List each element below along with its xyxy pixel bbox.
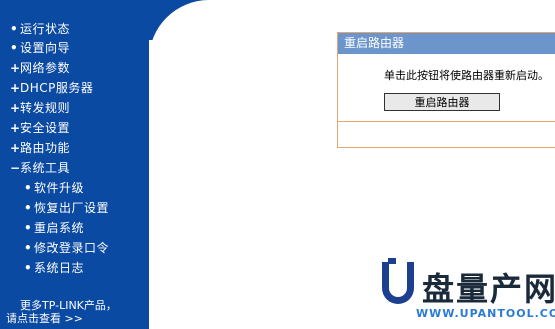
bullet-icon: • [24,261,32,275]
sidebar-item-label: 系统日志 [34,261,85,275]
sidebar-item-label: 转发规则 [20,101,71,115]
expand-icon: + [10,121,21,135]
sidebar-subitem-firmware-upgrade[interactable]: • 软件升级 [24,179,84,197]
watermark-url: WWW.UPANTOOL.COM [416,307,555,320]
bullet-icon: • [24,221,32,235]
bullet-icon: • [24,181,32,195]
sidebar-item-label: 路由功能 [20,141,71,155]
sidebar-nav: • 运行状态 • 设置向导 +网络参数 +DHCP服务器 +转发规则 +安全设置 +… [0,0,149,329]
sidebar-item-routing[interactable]: +路由功能 [10,139,70,157]
expand-icon: + [10,141,21,155]
sidebar-item-label: 修改登录口令 [34,241,110,255]
sidebar-item-label: 运行状态 [20,22,71,36]
sidebar-item-label: 网络参数 [20,61,71,75]
sidebar-item-label: 软件升级 [34,181,85,195]
expand-icon: + [10,101,21,115]
reboot-button[interactable]: 重启路由器 [384,93,500,111]
bullet-icon: • [10,22,18,36]
sidebar-item-label: 重启系统 [34,221,85,235]
sidebar-item-forwarding[interactable]: +转发规则 [10,99,70,117]
reboot-panel: 重启路由器 单击此按钮将使路由器重新启动。 重启路由器 [337,32,555,148]
sidebar-item-dhcp[interactable]: +DHCP服务器 [10,79,93,97]
sidebar-item-label: 系统工具 [20,161,71,175]
sidebar-subitem-reboot[interactable]: • 重启系统 [24,219,84,237]
panel-divider [338,121,555,122]
content-corner [149,0,309,80]
sidebar-subitem-factory-reset[interactable]: • 恢复出厂设置 [24,199,109,217]
panel-title: 重启路由器 [338,33,555,54]
bullet-icon: • [24,241,32,255]
sidebar-item-setup-wizard[interactable]: • 设置向导 [10,39,70,57]
sidebar-subitem-system-log[interactable]: • 系统日志 [24,259,84,277]
expand-icon: + [10,61,21,75]
watermark-brand: 盘量产网 [422,270,555,308]
sidebar-item-label: 恢复出厂设置 [34,201,110,215]
u-logo-icon [382,258,414,304]
reboot-message: 单击此按钮将使路由器重新启动。 [384,69,549,82]
sidebar-item-security[interactable]: +安全设置 [10,119,70,137]
sidebar-subitem-change-password[interactable]: • 修改登录口令 [24,239,109,257]
sidebar-item-network[interactable]: +网络参数 [10,59,70,77]
watermark-logo: 盘量产网 WWW.UPANTOOL.COM [382,258,555,326]
bullet-icon: • [24,201,32,215]
sidebar-item-label: DHCP服务器 [20,81,94,95]
collapse-icon: − [10,161,21,175]
more-products-line1: 更多TP-LINK产品， [20,299,117,312]
expand-icon: + [10,81,21,95]
sidebar-item-system-tools[interactable]: −系统工具 [10,159,70,177]
more-products-link[interactable]: 更多TP-LINK产品， 请点击查看 >> [6,299,117,325]
bullet-icon: • [10,41,18,55]
more-products-line2: 请点击查看 >> [6,312,83,325]
sidebar-item-label: 安全设置 [20,121,71,135]
sidebar-item-status[interactable]: • 运行状态 [10,20,70,38]
sidebar-item-label: 设置向导 [20,41,71,55]
